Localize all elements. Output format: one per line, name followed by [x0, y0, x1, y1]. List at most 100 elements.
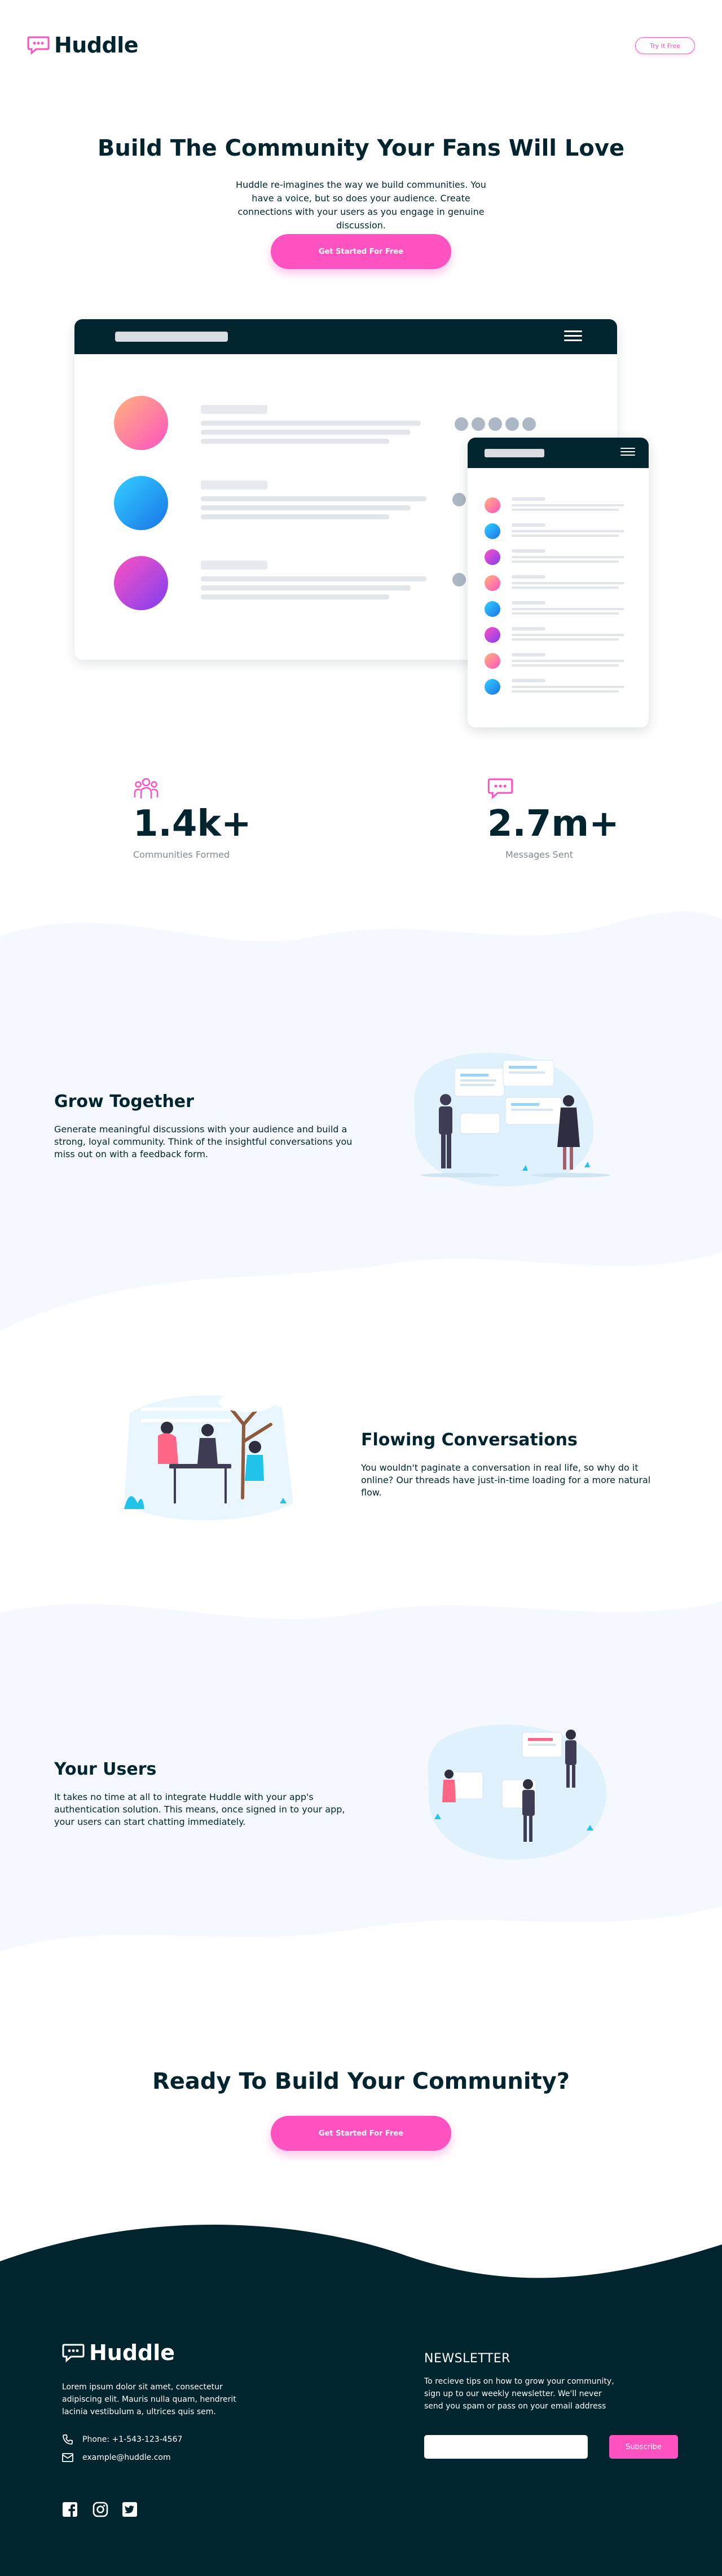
mobile-line: [512, 664, 619, 667]
mockup-line: [201, 576, 426, 581]
mockup-avatar: [114, 396, 168, 450]
mobile-line: [512, 497, 545, 501]
header: Huddle Try It Free: [0, 0, 722, 90]
email-icon: [62, 2453, 73, 2462]
logo-text: Huddle: [54, 33, 139, 58]
mobile-titlebar: [468, 438, 649, 468]
mobile-line: [512, 601, 545, 605]
hero-subtitle: Huddle re-imagines the way we build comm…: [236, 179, 486, 231]
mobile-avatar: [485, 549, 500, 565]
mobile-avatar: [485, 601, 500, 617]
footer-email[interactable]: example@huddle.com: [62, 2453, 171, 2462]
subscribe-button[interactable]: Subscribe: [609, 2435, 678, 2459]
mobile-avatar: [485, 679, 500, 695]
chat-bubble-icon: [27, 36, 50, 55]
hamburger-icon: [564, 330, 582, 342]
mockup-line: [201, 585, 411, 590]
footer-email-text: example@huddle.com: [82, 2453, 171, 2462]
your-users-illustration: [428, 1724, 606, 1860]
instagram-icon[interactable]: [93, 2502, 108, 2517]
mockup-line: [201, 505, 411, 510]
mobile-line: [512, 686, 624, 688]
mobile-line: [512, 690, 619, 692]
facebook-icon[interactable]: [62, 2502, 78, 2517]
mobile-line: [512, 535, 619, 537]
mockup-line: [201, 594, 389, 599]
newsletter-title: NEWSLETTER: [424, 2352, 510, 2366]
footer-phone-text: Phone: +1-543-123-4567: [82, 2435, 183, 2444]
mobile-line: [512, 575, 545, 579]
newsletter-text: To recieve tips on how to grow your comm…: [424, 2377, 614, 2411]
try-it-free-button[interactable]: Try It Free: [635, 37, 695, 54]
users-icon: [134, 778, 159, 799]
mockup-dot: [452, 573, 466, 586]
mobile-line: [512, 608, 624, 610]
mobile-line: [512, 586, 619, 589]
grow-together-illustration: [414, 1052, 610, 1186]
mobile-avatar: [485, 523, 500, 539]
mobile-line: [512, 582, 624, 584]
hero-title: Build The Community Your Fans Will Love: [97, 135, 625, 161]
flowing-conversations-illustration: [124, 1392, 293, 1520]
mockup-line: [201, 430, 411, 435]
footer-logo[interactable]: Huddle: [62, 2340, 175, 2365]
mobile-avatar: [485, 575, 500, 591]
feature-text: It takes no time at all to integrate Hud…: [54, 1792, 345, 1827]
mockup-line: [201, 405, 267, 414]
mockup-line: [201, 496, 426, 501]
mobile-line: [512, 660, 624, 662]
mobile-line: [512, 634, 624, 636]
twitter-icon[interactable]: [122, 2502, 138, 2517]
phone-icon: [63, 2434, 73, 2445]
mockup-dot: [455, 417, 468, 431]
mobile-line: [512, 523, 545, 527]
mobile-url-bar: [485, 449, 544, 457]
mobile-line: [512, 612, 619, 615]
mobile-line: [512, 509, 619, 511]
feature-title: Grow Together: [54, 1092, 194, 1111]
stat-messages-label: Messages Sent: [505, 849, 573, 860]
mobile-line: [512, 638, 619, 641]
mockup-line: [201, 421, 421, 426]
mobile-line: [512, 556, 624, 558]
footer-about: Lorem ipsum dolor sit amet, consectetur …: [62, 2383, 236, 2416]
mobile-line: [512, 549, 545, 553]
mockup-dot: [452, 493, 466, 506]
mobile-avatar: [485, 627, 500, 643]
footer-logo-text: Huddle: [89, 2340, 175, 2365]
hamburger-icon: [620, 448, 635, 459]
footer-phone: Phone: +1-543-123-4567: [62, 2434, 182, 2445]
mobile-line: [512, 627, 545, 630]
mobile-line: [512, 653, 545, 656]
mockup-dot: [488, 417, 502, 431]
chat-icon: [487, 778, 513, 800]
mockup-dot: [472, 417, 485, 431]
mobile-avatar: [485, 653, 500, 669]
mockup-url-bar: [115, 332, 228, 342]
get-started-button[interactable]: Get Started For Free: [271, 234, 451, 269]
feature-text: Generate meaningful discussions with you…: [54, 1124, 353, 1159]
stat-communities-value: 1.4k+: [133, 803, 252, 845]
logo[interactable]: Huddle: [27, 33, 139, 58]
mockup-line: [201, 561, 267, 570]
cta-title: Ready To Build Your Community?: [152, 2068, 570, 2094]
mobile-avatar: [485, 497, 500, 513]
get-started-button[interactable]: Get Started For Free: [271, 2116, 451, 2151]
mobile-line: [512, 561, 619, 563]
mockup-dot: [522, 417, 536, 431]
stat-messages-value: 2.7m+: [487, 803, 619, 845]
feature-title: Flowing Conversations: [361, 1430, 578, 1450]
mobile-line: [512, 530, 624, 532]
chat-bubble-icon: [62, 2344, 85, 2362]
mockup-dot: [505, 417, 519, 431]
feature-text: You wouldn't paginate a conversation in …: [361, 1462, 651, 1498]
newsletter-email-input[interactable]: [424, 2435, 588, 2459]
mockup-avatar: [114, 476, 168, 530]
mobile-mockup: [468, 438, 649, 727]
page: Huddle Try It Free Build The Community Y…: [0, 0, 722, 2576]
mockup-line: [201, 514, 389, 519]
stat-communities-label: Communities Formed: [133, 849, 230, 860]
mockup-line: [201, 439, 389, 444]
mockup-titlebar: [74, 319, 617, 354]
mobile-line: [512, 504, 624, 506]
